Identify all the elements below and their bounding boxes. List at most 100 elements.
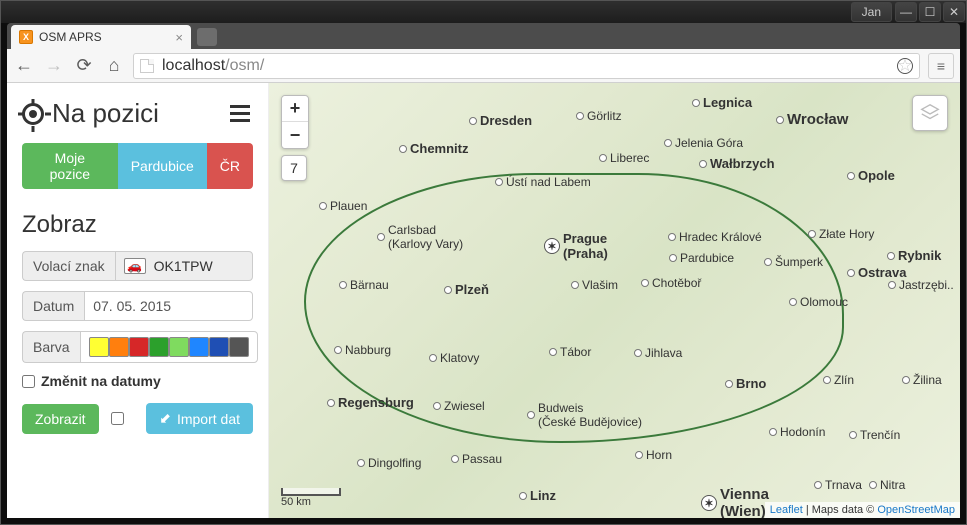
city-dot-icon <box>339 281 347 289</box>
city-dot-icon <box>699 160 707 168</box>
import-label: Import dat <box>177 411 240 427</box>
city-label: ✶Vienna(Wien) <box>701 486 769 518</box>
city-label: Opole <box>847 168 895 183</box>
city-dot-icon <box>433 402 441 410</box>
color-swatch[interactable] <box>229 337 249 357</box>
browser-tab[interactable]: X OSM APRS × <box>11 25 191 49</box>
city-label: Budweis(České Budějovice) <box>527 401 642 429</box>
city-dot-icon <box>495 178 503 186</box>
color-picker[interactable] <box>80 331 258 363</box>
city-dot-icon <box>599 154 607 162</box>
show-extra-checkbox[interactable] <box>111 412 124 425</box>
callsign-label: Volací znak <box>22 251 115 281</box>
city-label: Plauen <box>319 199 367 213</box>
map[interactable]: DresdenGörlitzLegnicaWrocławChemnitzJele… <box>269 83 960 518</box>
color-swatch[interactable] <box>129 337 149 357</box>
url-path: /osm/ <box>225 57 264 75</box>
color-swatch[interactable] <box>189 337 209 357</box>
city-dot-icon <box>887 252 895 260</box>
city-label: Złate Hory <box>808 227 874 241</box>
date-value: 07. 05. 2015 <box>93 298 171 314</box>
zoom-out-button[interactable]: − <box>282 122 308 148</box>
attrib-mid: | Maps data © <box>803 504 878 516</box>
change-dates-checkbox[interactable] <box>22 375 35 388</box>
city-label: Vlašim <box>571 278 618 292</box>
city-dot-icon <box>902 376 910 384</box>
city-label: Carlsbad(Karlovy Vary) <box>377 223 463 251</box>
city-dot-icon <box>692 99 700 107</box>
callsign-value: OK1TPW <box>154 258 213 274</box>
maximize-button[interactable]: ☐ <box>919 2 941 22</box>
city-label: Wałbrzych <box>699 156 775 171</box>
city-dot-icon <box>814 481 822 489</box>
tab-close-icon[interactable]: × <box>175 30 183 45</box>
color-swatch[interactable] <box>89 337 109 357</box>
city-label: Plzeň <box>444 282 489 297</box>
change-dates-row[interactable]: Změnit na datumy <box>22 373 253 389</box>
tabstrip: X OSM APRS × <box>7 23 960 49</box>
leaflet-link[interactable]: Leaflet <box>770 504 803 516</box>
zoom-level[interactable]: 7 <box>281 155 307 181</box>
city-label: Pardubice <box>669 251 734 265</box>
city-dot-icon <box>634 349 642 357</box>
map-attribution: Leaflet | Maps data © OpenStreetMap <box>765 502 960 518</box>
osm-link[interactable]: OpenStreetMap <box>877 504 955 516</box>
city-dot-icon <box>429 354 437 362</box>
close-window-button[interactable]: ✕ <box>943 2 965 22</box>
address-bar[interactable]: localhost/osm/ ☆ <box>133 53 920 79</box>
city-dot-icon <box>451 455 459 463</box>
import-icon: ⬋ <box>159 410 171 427</box>
forward-button[interactable]: → <box>43 55 65 77</box>
bookmark-star-icon[interactable]: ☆ <box>897 58 913 74</box>
minimize-button[interactable]: — <box>895 2 917 22</box>
date-input[interactable]: 07. 05. 2015 <box>84 291 253 321</box>
os-user-menu[interactable]: Jan <box>851 2 892 22</box>
date-row: Datum 07. 05. 2015 <box>22 291 253 321</box>
city-dot-icon <box>764 258 772 266</box>
city-label: Hradec Králové <box>668 230 762 244</box>
city-label: Dresden <box>469 113 532 128</box>
sidebar: Na pozici Moje pozice Pardubice ČR Zobra… <box>7 83 269 518</box>
color-swatch[interactable] <box>169 337 189 357</box>
city-dot-icon <box>769 428 777 436</box>
city-dot-icon <box>823 376 831 384</box>
zoom-in-button[interactable]: + <box>282 96 308 122</box>
home-button[interactable]: ⌂ <box>103 55 125 77</box>
my-position-button[interactable]: Moje pozice <box>22 143 118 189</box>
city-dot-icon <box>334 346 342 354</box>
city-label: Rybnik <box>887 248 941 263</box>
city-label: Ústí nad Labem <box>495 175 591 189</box>
city-dot-icon <box>789 298 797 306</box>
pardubice-button[interactable]: Pardubice <box>118 143 207 189</box>
city-label: Horn <box>635 448 672 462</box>
city-dot-icon <box>888 281 896 289</box>
reload-button[interactable]: ⟳ <box>73 55 95 77</box>
city-label: Chemnitz <box>399 141 469 156</box>
color-swatch[interactable] <box>149 337 169 357</box>
color-label: Barva <box>22 331 80 363</box>
page-title: Na pozici <box>52 98 159 129</box>
layers-button[interactable] <box>912 95 948 131</box>
color-swatch[interactable] <box>209 337 229 357</box>
target-icon <box>22 103 44 125</box>
back-button[interactable]: ← <box>13 55 35 77</box>
change-dates-label: Změnit na datumy <box>41 373 161 389</box>
browser-menu-button[interactable]: ≡ <box>928 53 954 79</box>
city-label: Tábor <box>549 345 591 359</box>
city-label: Nitra <box>869 478 905 492</box>
capital-star-icon: ✶ <box>544 238 560 254</box>
cr-button[interactable]: ČR <box>207 143 253 189</box>
sidebar-menu-button[interactable] <box>227 102 253 125</box>
callsign-input[interactable]: 🚗 OK1TPW <box>115 251 253 281</box>
city-dot-icon <box>847 172 855 180</box>
city-dot-icon <box>725 380 733 388</box>
show-button[interactable]: Zobrazit <box>22 404 99 434</box>
import-button[interactable]: ⬋ Import dat <box>146 403 253 434</box>
city-dot-icon <box>669 254 677 262</box>
city-dot-icon <box>527 411 535 419</box>
city-dot-icon <box>519 492 527 500</box>
layers-icon <box>919 102 941 124</box>
city-label: Jihlava <box>634 346 682 360</box>
new-tab-button[interactable] <box>197 28 217 46</box>
color-swatch[interactable] <box>109 337 129 357</box>
